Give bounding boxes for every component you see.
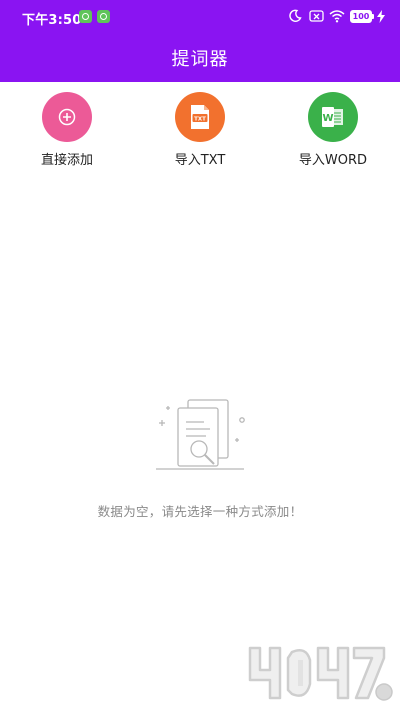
plus-icon <box>58 108 76 126</box>
moon-icon <box>289 9 302 22</box>
add-button-circle[interactable] <box>42 92 92 142</box>
txt-file-icon: TXT <box>191 105 209 129</box>
import-word-circle[interactable]: W <box>308 92 358 142</box>
add-directly-label: 直接添加 <box>40 153 93 168</box>
status-time: 下午3:50 <box>22 13 82 28</box>
empty-state-message: 数据为空，请先选择一种方式添加！ <box>97 504 303 519</box>
import-txt-circle[interactable]: TXT <box>175 92 225 142</box>
empty-document-search-icon <box>156 399 245 470</box>
wifi-icon <box>329 10 345 23</box>
battery-tip <box>372 14 374 19</box>
page-title: 提词器 <box>171 49 229 70</box>
add-directly-button[interactable]: 直接添加 <box>7 92 127 168</box>
app-header: 下午3:50 100 提词器 <box>0 0 400 82</box>
word-icon: W <box>322 107 343 127</box>
svg-text:TXT: TXT <box>194 116 206 122</box>
import-word-button[interactable]: W 导入WORD <box>273 92 393 168</box>
message-icon <box>97 10 110 23</box>
import-word-label: 导入WORD <box>298 153 368 168</box>
watermark-logo <box>248 646 393 701</box>
import-txt-button[interactable]: TXT 导入TXT <box>140 92 260 168</box>
import-txt-label: 导入TXT <box>174 153 226 168</box>
battery-icon: 100 <box>350 10 372 23</box>
no-sim-icon <box>309 10 324 22</box>
status-bar: 下午3:50 100 <box>0 0 400 34</box>
message-icon <box>79 10 92 23</box>
charging-bolt-icon <box>377 10 385 23</box>
svg-text:W: W <box>322 113 333 124</box>
screen: 下午3:50 100 提词器 直接添加 TXT 导入TXT W 导入WORD 数… <box>0 0 400 710</box>
